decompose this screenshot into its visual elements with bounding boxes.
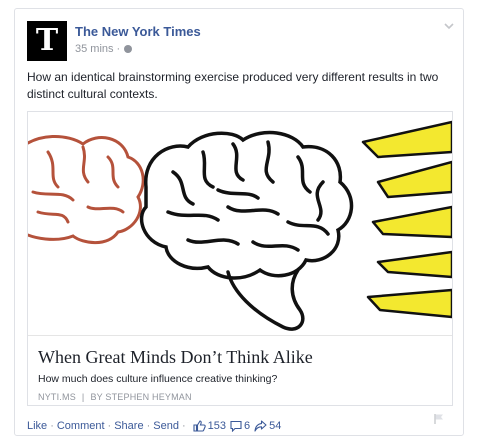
chevron-down-icon[interactable] (443, 21, 455, 31)
link-image[interactable] (28, 112, 452, 334)
link-description: How much does culture influence creative… (38, 373, 278, 385)
source-separator: | (81, 392, 85, 402)
link-source-line: NYTI.MS | BY STEPHEN HEYMAN (38, 392, 192, 402)
meta-separator: · (116, 43, 121, 55)
action-separator: · (181, 420, 186, 432)
comment-link[interactable]: Comment (57, 420, 105, 432)
comments-count: 6 (243, 420, 251, 432)
likes-stat[interactable]: 153 (193, 420, 226, 432)
link-preview[interactable]: When Great Minds Don’t Think Alike How m… (27, 111, 453, 406)
action-separator: · (107, 420, 112, 432)
like-link[interactable]: Like (27, 420, 47, 432)
action-separator: · (146, 420, 151, 432)
red-brain-illustration (28, 134, 145, 245)
shares-count: 54 (269, 420, 282, 432)
share-link[interactable]: Share (114, 420, 143, 432)
globe-icon[interactable] (124, 45, 133, 53)
post-time[interactable]: 35 mins (75, 43, 114, 55)
comments-stat[interactable]: 6 (230, 420, 250, 432)
shares-stat[interactable]: 54 (254, 420, 281, 432)
avatar[interactable]: T (27, 21, 67, 61)
link-byline: BY STEPHEN HEYMAN (90, 392, 192, 402)
page-name-link[interactable]: The New York Times (75, 24, 201, 39)
likes-count: 153 (207, 420, 226, 432)
thumbs-up-icon (193, 420, 206, 432)
action-bar: Like · Comment · Share · Send · 153 6 54 (27, 418, 451, 434)
comment-bubble-icon (230, 420, 242, 432)
post-meta: 35 mins · (75, 43, 133, 55)
send-link[interactable]: Send (153, 420, 179, 432)
yellow-burst-illustration (361, 120, 452, 319)
link-body[interactable]: When Great Minds Don’t Think Alike How m… (28, 335, 452, 405)
post-card: T The New York Times 35 mins · How an id… (14, 8, 464, 436)
link-title[interactable]: When Great Minds Don’t Think Alike (38, 347, 313, 368)
flag-icon[interactable] (433, 413, 445, 425)
action-separator: · (50, 420, 54, 432)
black-brain-illustration (139, 130, 354, 331)
share-arrow-icon (254, 420, 267, 432)
avatar-letter: T (35, 23, 59, 58)
post-text: How an identical brainstorming exercise … (27, 70, 439, 101)
link-source: NYTI.MS (38, 392, 76, 402)
